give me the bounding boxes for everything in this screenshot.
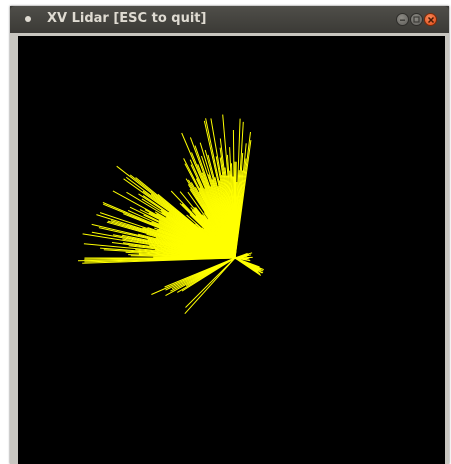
lidar-scan-plot <box>77 114 264 315</box>
lidar-window: XV Lidar [ESC to quit] <box>10 6 449 464</box>
title-bar[interactable]: XV Lidar [ESC to quit] <box>10 6 449 33</box>
frame-right <box>445 33 449 464</box>
dot-icon <box>25 16 31 22</box>
window-title: XV Lidar [ESC to quit] <box>47 11 207 26</box>
lidar-ray <box>164 257 236 288</box>
minimize-icon[interactable] <box>396 13 409 26</box>
frame-left <box>10 33 18 464</box>
lidar-canvas <box>18 36 445 464</box>
maximize-icon[interactable] <box>410 13 423 26</box>
lidar-ray <box>184 257 236 315</box>
close-icon[interactable] <box>424 13 437 26</box>
